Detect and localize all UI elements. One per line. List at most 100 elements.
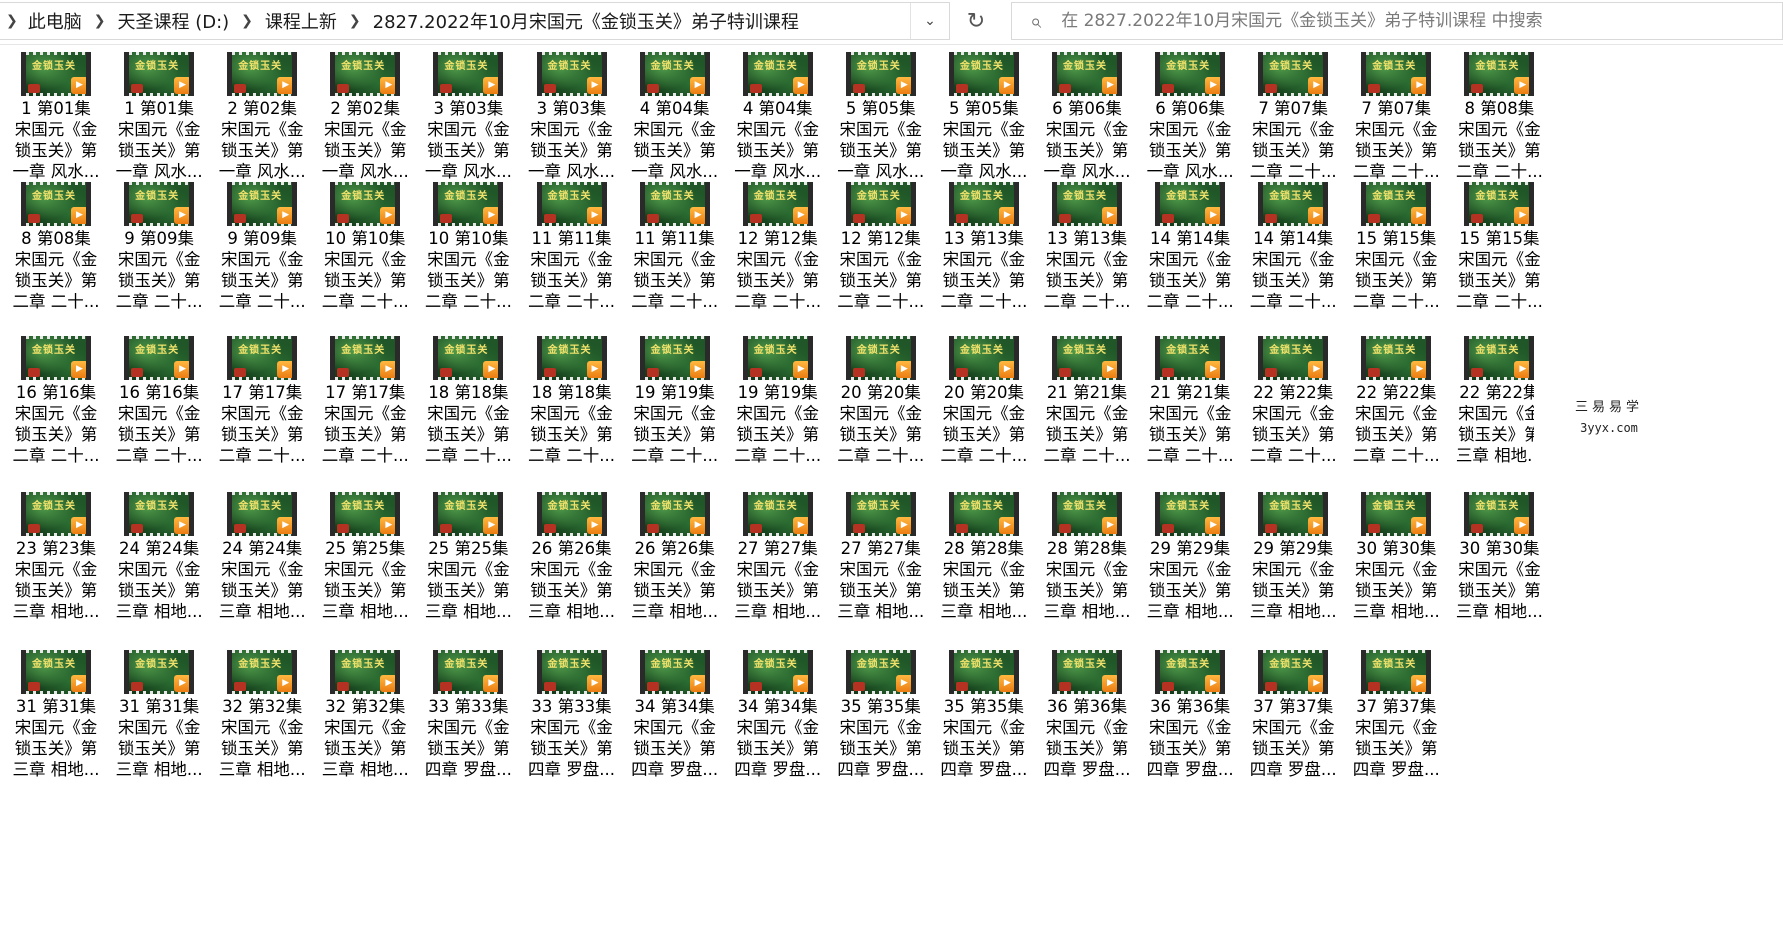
file-item[interactable]: 金锁玉关 ▶ 4 第04集 宋国元《金 锁玉关》第 一章 风水... [619,52,731,182]
play-icon: ▶ [174,675,190,692]
breadcrumb-item-folder[interactable]: 课程上新 [265,8,337,34]
file-item[interactable]: 金锁玉关 ▶ 4 第04集 宋国元《金 锁玉关》第 一章 风水... [722,52,834,182]
file-item[interactable]: 金锁玉关 ▶ 10 第10集 宋国元《金 锁玉关》第 二章 二十... [309,182,421,312]
file-name-line: 20 第20集 [943,383,1025,402]
file-item[interactable]: 金锁玉关 ▶ 17 第17集 宋国元《金 锁玉关》第 二章 二十... [309,336,421,466]
file-name-line: 宋国元《金 [942,250,1026,269]
file-item[interactable]: 金锁玉关 ▶ 7 第07集 宋国元《金 锁玉关》第 二章 二十... [1340,52,1452,182]
file-item[interactable]: 金锁玉关 ▶ 17 第17集 宋国元《金 锁玉关》第 二章 二十... [206,336,318,466]
file-item[interactable]: 金锁玉关 ▶ 14 第14集 宋国元《金 锁玉关》第 二章 二十... [1237,182,1349,312]
chevron-right-icon[interactable]: ❯ [349,13,361,29]
file-name: 9 第09集 宋国元《金 锁玉关》第 二章 二十... [103,228,215,312]
search-box[interactable]: ⌕ [1011,2,1783,40]
file-item[interactable]: 金锁玉关 ▶ 25 第25集 宋国元《金 锁玉关》第 三章 相地... [412,492,524,622]
file-item[interactable]: 金锁玉关 ▶ 27 第27集 宋国元《金 锁玉关》第 三章 相地... [825,492,937,622]
file-item[interactable]: 金锁玉关 ▶ 11 第11集 宋国元《金 锁玉关》第 二章 二十... [516,182,628,312]
refresh-icon[interactable]: ↻ [956,2,996,40]
file-item[interactable]: 金锁玉关 ▶ 19 第19集 宋国元《金 锁玉关》第 二章 二十... [619,336,731,466]
file-item[interactable]: 金锁玉关 ▶ 13 第13集 宋国元《金 锁玉关》第 二章 二十... [1031,182,1143,312]
file-item[interactable]: 金锁玉关 ▶ 5 第05集 宋国元《金 锁玉关》第 一章 风水... [825,52,937,182]
file-item[interactable]: 金锁玉关 ▶ 28 第28集 宋国元《金 锁玉关》第 三章 相地... [928,492,1040,622]
file-item[interactable]: 金锁玉关 ▶ 37 第37集 宋国元《金 锁玉关》第 四章 罗盘... [1237,650,1349,780]
video-thumbnail: 金锁玉关 ▶ [124,336,195,380]
address-bar[interactable]: ❯ 此电脑 ❯ 天圣课程 (D:) ❯ 课程上新 ❯ 2827.2022年10月… [0,2,950,40]
file-item[interactable]: 金锁玉关 ▶ 21 第21集 宋国元《金 锁玉关》第 二章 二十... [1031,336,1143,466]
chevron-right-icon[interactable]: ❯ [94,13,106,29]
file-item[interactable]: 金锁玉关 ▶ 29 第29集 宋国元《金 锁玉关》第 三章 相地... [1134,492,1246,622]
file-name: 31 第31集 宋国元《金 锁玉关》第 三章 相地... [0,696,112,780]
file-item[interactable]: 金锁玉关 ▶ 22 第22集 宋国元《金 锁玉关》第 二章 二十... [1237,336,1349,466]
file-item[interactable]: 金锁玉关 ▶ 26 第26集 宋国元《金 锁玉关》第 三章 相地... [619,492,731,622]
file-item[interactable]: 金锁玉关 ▶ 33 第33集 宋国元《金 锁玉关》第 四章 罗盘... [516,650,628,780]
file-item[interactable]: 金锁玉关 ▶ 35 第35集 宋国元《金 锁玉关》第 四章 罗盘... [825,650,937,780]
file-item[interactable]: 金锁玉关 ▶ 16 第16集 宋国元《金 锁玉关》第 二章 二十... [0,336,112,466]
file-item[interactable]: 金锁玉关 ▶ 22 第22集 宋国元《金 锁玉关》第 二章 二十... [1340,336,1452,466]
file-item[interactable]: 金锁玉关 ▶ 1 第01集 宋国元《金 锁玉关》第 一章 风水... [103,52,215,182]
file-item[interactable]: 金锁玉关 ▶ 2 第02集 宋国元《金 锁玉关》第 一章 风水... [206,52,318,182]
file-item[interactable]: 金锁玉关 ▶ 10 第10集 宋国元《金 锁玉关》第 二章 二十... [412,182,524,312]
play-icon: ▶ [586,361,602,378]
file-item[interactable]: 金锁玉关 ▶ 29 第29集 宋国元《金 锁玉关》第 三章 相地... [1237,492,1349,622]
play-icon: ▶ [71,517,86,534]
chevron-right-icon[interactable]: ❯ [6,13,18,29]
file-item[interactable]: 金锁玉关 ▶ 16 第16集 宋国元《金 锁玉关》第 二章 二十... [103,336,215,466]
file-item[interactable]: 金锁玉关 ▶ 15 第15集 宋国元《金 锁玉关》第 二章 二十... [1443,182,1555,312]
file-item[interactable]: 金锁玉关 ▶ 2 第02集 宋国元《金 锁玉关》第 一章 风水... [309,52,421,182]
file-item[interactable]: 金锁玉关 ▶ 6 第06集 宋国元《金 锁玉关》第 一章 风水... [1031,52,1143,182]
breadcrumb-item-this-pc[interactable]: 此电脑 [28,8,82,34]
file-name: 27 第27集 宋国元《金 锁玉关》第 三章 相地... [722,538,834,622]
file-item[interactable]: 金锁玉关 ▶ 18 第18集 宋国元《金 锁玉关》第 二章 二十... [412,336,524,466]
file-item[interactable]: 金锁玉关 ▶ 9 第09集 宋国元《金 锁玉关》第 二章 二十... [206,182,318,312]
file-item[interactable]: 金锁玉关 ▶ 28 第28集 宋国元《金 锁玉关》第 三章 相地... [1031,492,1143,622]
file-item[interactable]: 金锁玉关 ▶ 3 第03集 宋国元《金 锁玉关》第 一章 风水... [412,52,524,182]
file-item[interactable]: 金锁玉关 ▶ 12 第12集 宋国元《金 锁玉关》第 二章 二十... [722,182,834,312]
file-item[interactable]: 金锁玉关 ▶ 20 第20集 宋国元《金 锁玉关》第 二章 二十... [825,336,937,466]
file-item[interactable]: 金锁玉关 ▶ 31 第31集 宋国元《金 锁玉关》第 三章 相地... [0,650,112,780]
file-item[interactable]: 金锁玉关 ▶ 36 第36集 宋国元《金 锁玉关》第 四章 罗盘... [1134,650,1246,780]
play-icon: ▶ [483,77,499,94]
search-input[interactable] [1059,10,1744,32]
file-item[interactable]: 金锁玉关 ▶ 7 第07集 宋国元《金 锁玉关》第 二章 二十... [1237,52,1349,182]
file-item[interactable]: 金锁玉关 ▶ 1 第01集 宋国元《金 锁玉关》第 一章 风水... [0,52,112,182]
file-item[interactable]: 金锁玉关 ▶ 30 第30集 宋国元《金 锁玉关》第 三章 相地... [1443,492,1555,622]
file-item[interactable]: 金锁玉关 ▶ 31 第31集 宋国元《金 锁玉关》第 三章 相地... [103,650,215,780]
file-item[interactable]: 金锁玉关 ▶ 23 第23集 宋国元《金 锁玉关》第 三章 相地... [0,492,112,622]
file-item[interactable]: 金锁玉关 ▶ 24 第24集 宋国元《金 锁玉关》第 三章 相地... [206,492,318,622]
file-item[interactable]: 金锁玉关 ▶ 26 第26集 宋国元《金 锁玉关》第 三章 相地... [516,492,628,622]
chevron-down-icon[interactable]: ⌄ [910,3,949,39]
chevron-right-icon[interactable]: ❯ [241,13,253,29]
file-item[interactable]: 金锁玉关 ▶ 15 第15集 宋国元《金 锁玉关》第 二章 二十... [1340,182,1452,312]
file-item[interactable]: 金锁玉关 ▶ 37 第37集 宋国元《金 锁玉关》第 四章 罗盘... [1340,650,1452,780]
play-icon: ▶ [1205,77,1221,94]
file-item[interactable]: 金锁玉关 ▶ 18 第18集 宋国元《金 锁玉关》第 二章 二十... [516,336,628,466]
file-item[interactable]: 金锁玉关 ▶ 11 第11集 宋国元《金 锁玉关》第 二章 二十... [619,182,731,312]
file-item[interactable]: 金锁玉关 ▶ 33 第33集 宋国元《金 锁玉关》第 四章 罗盘... [412,650,524,780]
file-item[interactable]: 金锁玉关 ▶ 6 第06集 宋国元《金 锁玉关》第 一章 风水... [1134,52,1246,182]
file-item[interactable]: 金锁玉关 ▶ 34 第34集 宋国元《金 锁玉关》第 四章 罗盘... [619,650,731,780]
file-item[interactable]: 金锁玉关 ▶ 9 第09集 宋国元《金 锁玉关》第 二章 二十... [103,182,215,312]
file-item[interactable]: 金锁玉关 ▶ 27 第27集 宋国元《金 锁玉关》第 三章 相地... [722,492,834,622]
file-name-line: 锁玉关》第 [117,425,201,444]
file-name: 15 第15集 宋国元《金 锁玉关》第 二章 二十... [1443,228,1555,312]
breadcrumb-item-current-folder[interactable]: 2827.2022年10月宋国元《金锁玉关》弟子特训课程 [373,8,799,34]
file-item[interactable]: 金锁玉关 ▶ 13 第13集 宋国元《金 锁玉关》第 二章 二十... [928,182,1040,312]
file-item[interactable]: 金锁玉关 ▶ 8 第08集 宋国元《金 锁玉关》第 二章 二十... [0,182,112,312]
file-item[interactable]: 金锁玉关 ▶ 14 第14集 宋国元《金 锁玉关》第 二章 二十... [1134,182,1246,312]
file-item[interactable]: 金锁玉关 ▶ 20 第20集 宋国元《金 锁玉关》第 二章 二十... [928,336,1040,466]
file-item[interactable]: 金锁玉关 ▶ 32 第32集 宋国元《金 锁玉关》第 三章 相地... [206,650,318,780]
breadcrumb-item-drive[interactable]: 天圣课程 (D:) [117,8,229,34]
file-item[interactable]: 金锁玉关 ▶ 8 第08集 宋国元《金 锁玉关》第 二章 二十... [1443,52,1555,182]
file-item[interactable]: 金锁玉关 ▶ 5 第05集 宋国元《金 锁玉关》第 一章 风水... [928,52,1040,182]
file-item[interactable]: 金锁玉关 ▶ 12 第12集 宋国元《金 锁玉关》第 二章 二十... [825,182,937,312]
file-item[interactable]: 金锁玉关 ▶ 32 第32集 宋国元《金 锁玉关》第 三章 相地... [309,650,421,780]
file-item[interactable]: 金锁玉关 ▶ 19 第19集 宋国元《金 锁玉关》第 二章 二十... [722,336,834,466]
file-item[interactable]: 金锁玉关 ▶ 21 第21集 宋国元《金 锁玉关》第 二章 二十... [1134,336,1246,466]
file-item[interactable]: 金锁玉关 ▶ 24 第24集 宋国元《金 锁玉关》第 三章 相地... [103,492,215,622]
file-item[interactable]: 金锁玉关 ▶ 34 第34集 宋国元《金 锁玉关》第 四章 罗盘... [722,650,834,780]
file-item[interactable]: 金锁玉关 ▶ 30 第30集 宋国元《金 锁玉关》第 三章 相地... [1340,492,1452,622]
file-item[interactable]: 金锁玉关 ▶ 36 第36集 宋国元《金 锁玉关》第 四章 罗盘... [1031,650,1143,780]
file-item[interactable]: 金锁玉关 ▶ 35 第35集 宋国元《金 锁玉关》第 四章 罗盘... [928,650,1040,780]
file-name-line: 二章 二十... [424,446,512,465]
file-item[interactable]: 金锁玉关 ▶ 3 第03集 宋国元《金 锁玉关》第 一章 风水... [516,52,628,182]
file-item[interactable]: 金锁玉关 ▶ 25 第25集 宋国元《金 锁玉关》第 三章 相地... [309,492,421,622]
